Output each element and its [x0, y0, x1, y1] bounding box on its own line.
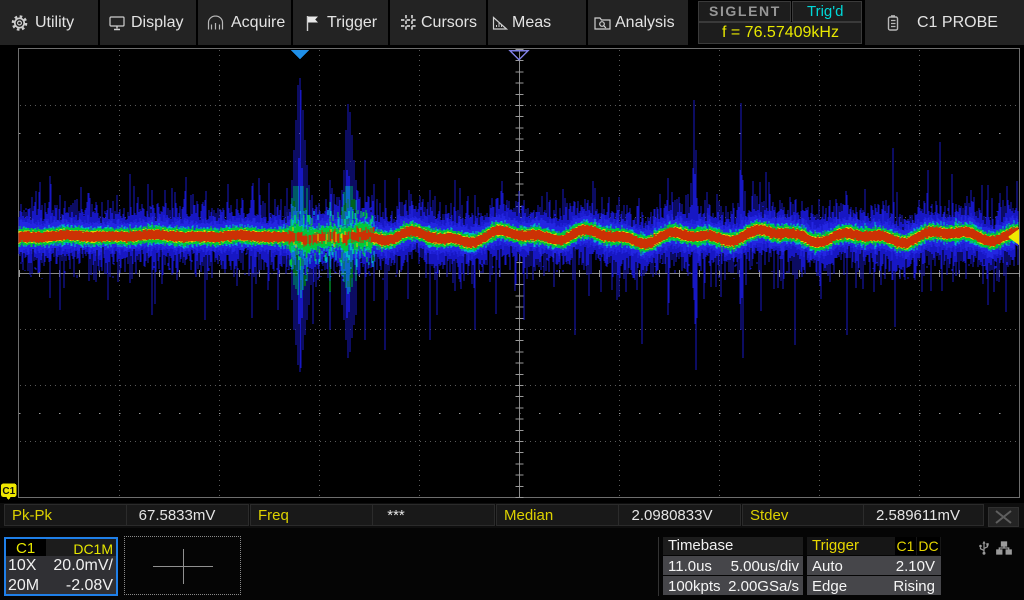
- svg-text:C1: C1: [2, 486, 15, 497]
